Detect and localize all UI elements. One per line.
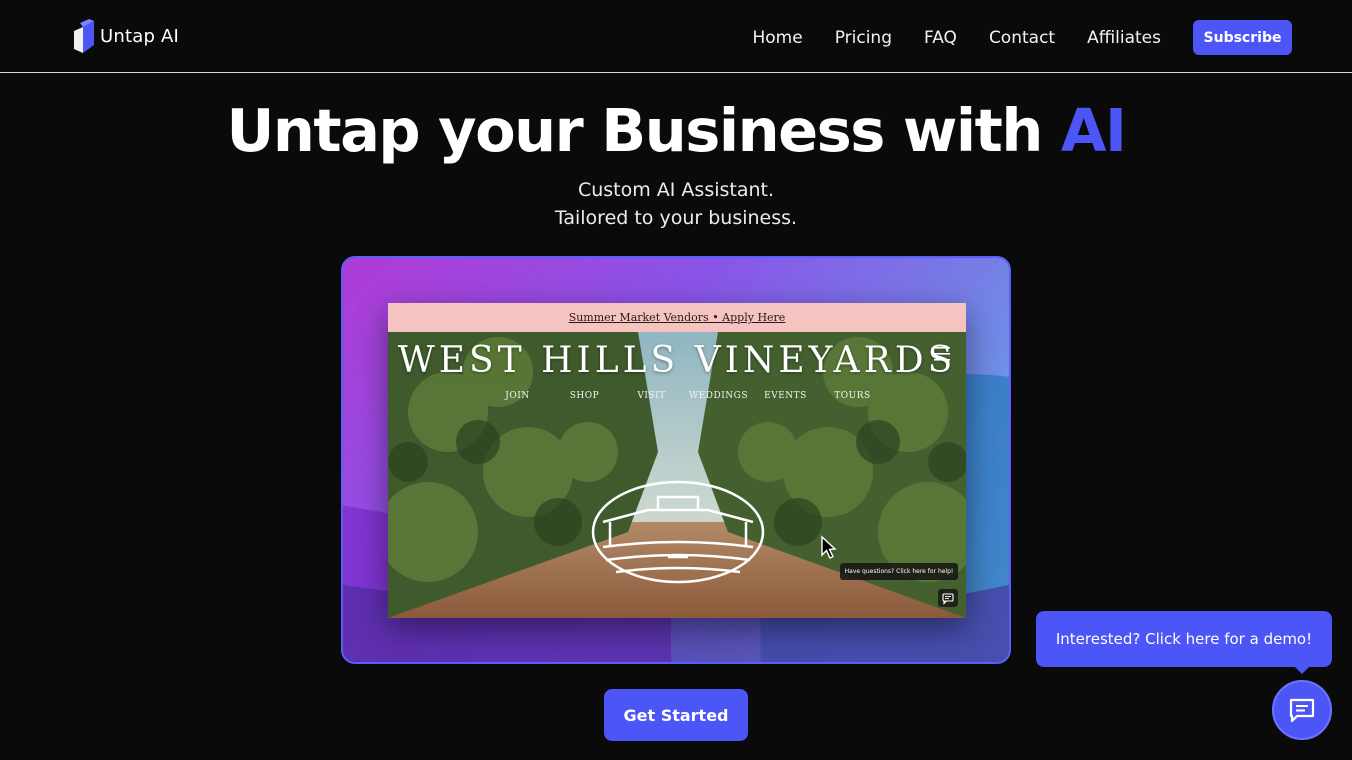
hero-subtitle: Custom AI Assistant. Tailored to your bu…	[0, 176, 1352, 232]
demo-invite-bubble[interactable]: Interested? Click here for a demo!	[1036, 611, 1332, 667]
chat-icon	[942, 593, 954, 605]
vineyard-nav-tours[interactable]: TOURS	[819, 391, 886, 401]
get-started-button[interactable]: Get Started	[604, 689, 748, 741]
brand-name: Untap AI	[100, 25, 180, 47]
demo-bubble-tail	[1292, 664, 1312, 674]
vineyard-nav-join[interactable]: JOIN	[484, 391, 551, 401]
preview-chat-tooltip[interactable]: Have questions? Click here for help!	[840, 563, 958, 580]
subscribe-button[interactable]: Subscribe	[1193, 20, 1292, 55]
chat-icon	[1289, 698, 1315, 723]
nav-link-pricing[interactable]: Pricing	[835, 28, 892, 48]
vineyard-nav-events[interactable]: EVENTS	[752, 391, 819, 401]
nav-links: Home Pricing FAQ Contact Affiliates Subs…	[752, 20, 1292, 55]
nav-link-affiliates[interactable]: Affiliates	[1087, 28, 1161, 48]
vineyard-site-nav: JOIN SHOP VISIT WEDDINGS EVENTS TOURS	[484, 391, 886, 401]
hero-title: Untap your Business with AI	[0, 96, 1352, 165]
top-nav: Untap AI Home Pricing FAQ Contact Affili…	[0, 0, 1352, 73]
nav-link-contact[interactable]: Contact	[989, 28, 1055, 48]
announcement-bar[interactable]: Summer Market Vendors • Apply Here	[388, 303, 966, 332]
vineyard-site-title: WEST HILLS VINEYARDS	[397, 340, 957, 381]
vineyard-nav-shop[interactable]: SHOP	[551, 391, 618, 401]
vineyard-hero: WEST HILLS VINEYARDS JOIN SHOP VISIT WED…	[388, 332, 966, 618]
chat-launcher-button[interactable]	[1272, 680, 1332, 740]
preview-chat-button[interactable]	[938, 589, 958, 607]
brand-logo[interactable]: Untap AI	[72, 19, 179, 53]
hamburger-menu-icon[interactable]	[932, 346, 952, 362]
demo-showcase-frame: Summer Market Vendors • Apply Here WEST …	[341, 256, 1011, 664]
website-preview: Summer Market Vendors • Apply Here WEST …	[388, 303, 966, 618]
hero-subtitle-line2: Tailored to your business.	[554, 207, 798, 229]
nav-link-faq[interactable]: FAQ	[924, 28, 957, 48]
vineyard-nav-weddings[interactable]: WEDDINGS	[685, 391, 752, 401]
hero-subtitle-line1: Custom AI Assistant.	[577, 179, 775, 201]
nav-link-home[interactable]: Home	[752, 28, 802, 48]
hero-title-accent: AI	[1060, 96, 1127, 165]
untap-logo-icon	[74, 19, 94, 53]
mouse-cursor-icon	[821, 535, 837, 559]
hero-title-main: Untap your Business with	[226, 96, 1061, 165]
vineyard-nav-visit[interactable]: VISIT	[618, 391, 685, 401]
